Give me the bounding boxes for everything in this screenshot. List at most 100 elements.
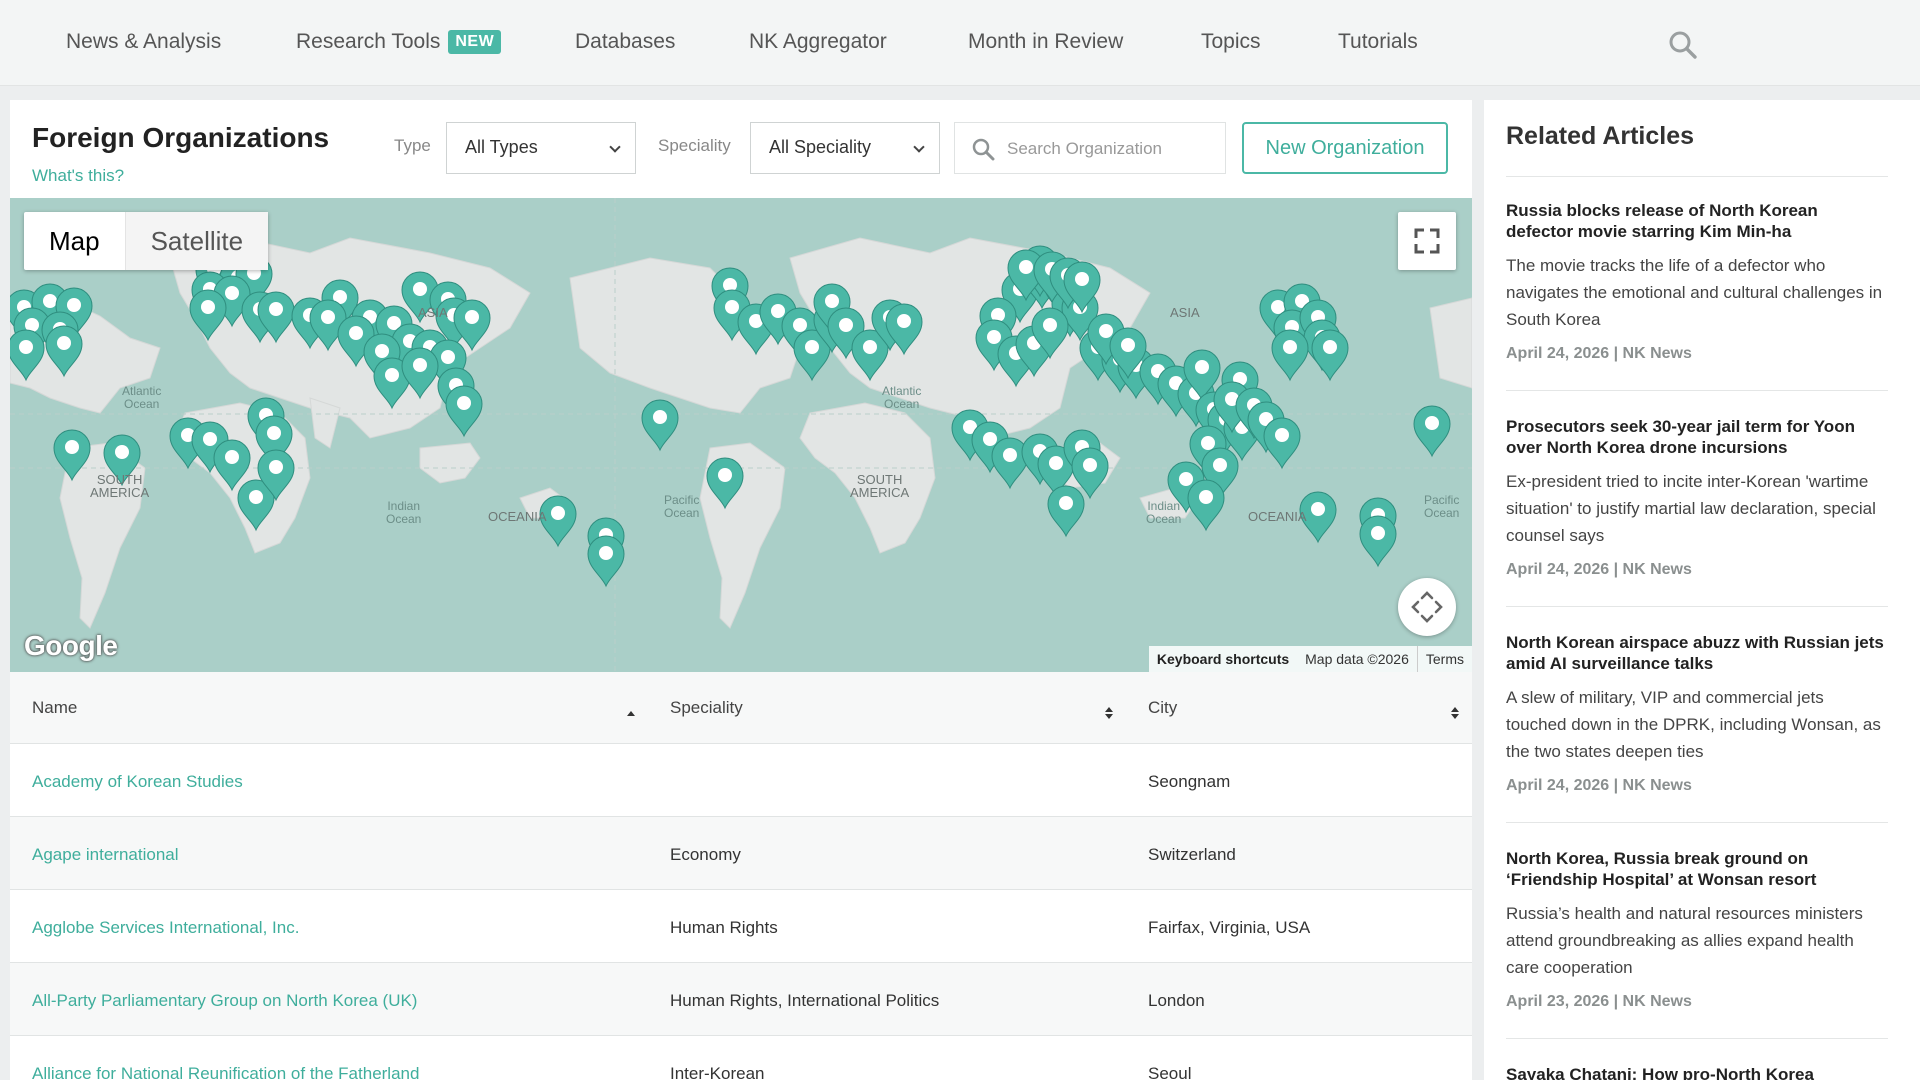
map-label-oceania: OCEANIA	[488, 509, 547, 524]
map-marker-dot	[1199, 490, 1213, 504]
map-marker-icon[interactable]	[1359, 515, 1397, 568]
terms-link[interactable]: Terms	[1416, 646, 1472, 672]
map-marker-dot	[793, 318, 807, 332]
map-marker-dot	[225, 286, 239, 300]
organization-name-link[interactable]: All-Party Parliamentary Group on North K…	[32, 991, 417, 1011]
organizations-map[interactable]: ASIA ASIA Atlantic Ocean Atlantic Ocean …	[10, 198, 1472, 672]
google-logo: Google	[24, 630, 118, 661]
map-marker-pin	[445, 385, 483, 438]
organization-name-link[interactable]: Academy of Korean Studies	[32, 772, 243, 792]
map-marker-dot	[1425, 416, 1439, 430]
column-header-name[interactable]: Name	[32, 698, 77, 718]
article-title[interactable]: Sayaka Chatani: How pro-North Korea	[1506, 1064, 1888, 1080]
organization-city: Switzerland	[1148, 845, 1236, 864]
article-card[interactable]: North Korea, Russia break ground on ‘Fri…	[1506, 848, 1888, 1011]
map-label-indian-ocean: Indian Ocean	[386, 499, 422, 526]
article-card[interactable]: Sayaka Chatani: How pro-North Korea	[1506, 1064, 1888, 1080]
article-description: A slew of military, VIP and commercial j…	[1506, 688, 1881, 761]
page-title: Foreign Organizations	[32, 122, 330, 153]
map-marker-icon[interactable]	[1271, 329, 1309, 382]
map-marker-dot	[725, 300, 739, 314]
table-row: Academy of Korean Studies Seongnam	[10, 744, 1472, 817]
map-marker-icon[interactable]	[1047, 485, 1085, 538]
map-marker-icon[interactable]	[641, 399, 679, 452]
sort-icon[interactable]	[1450, 706, 1460, 720]
top-navigation: News & Analysis Research Tools NEW Databa…	[0, 0, 1920, 86]
article-card[interactable]: Russia blocks release of North Korean de…	[1506, 200, 1888, 363]
map-marker-icon[interactable]	[587, 535, 625, 588]
map-marker-pin	[991, 437, 1029, 490]
keyboard-shortcuts-link[interactable]: Keyboard shortcuts	[1149, 646, 1297, 672]
map-marker-dot	[57, 336, 71, 350]
nav-item-news-analysis[interactable]: News & Analysis	[66, 30, 221, 54]
map-marker-dot	[1099, 324, 1113, 338]
map-marker-dot	[267, 426, 281, 440]
nav-item-month-in-review[interactable]: Month in Review	[968, 30, 1123, 54]
article-title[interactable]: North Korean airspace abuzz with Russian…	[1506, 632, 1888, 674]
nav-item-research-tools[interactable]: Research Tools NEW	[296, 30, 502, 54]
map-label-oceania: OCEANIA	[1248, 509, 1307, 524]
new-organization-button[interactable]: New Organization	[1242, 122, 1448, 174]
map-marker-dot	[1121, 338, 1135, 352]
map-marker-dot	[1049, 456, 1063, 470]
organization-name-link[interactable]: Agglobe Services International, Inc.	[32, 918, 299, 938]
map-type-toggle: Map Satellite	[24, 212, 269, 270]
divider	[1506, 606, 1888, 607]
pan-control-button[interactable]	[1398, 578, 1456, 636]
nav-item-topics[interactable]: Topics	[1201, 30, 1261, 54]
whats-this-link[interactable]: What's this?	[32, 166, 124, 186]
map-label-indian-ocean: Indian Ocean	[1146, 499, 1182, 526]
map-data-attribution: Map data ©2026	[1305, 651, 1409, 667]
map-marker-dot	[249, 490, 263, 504]
organization-city: Fairfax, Virginia, USA	[1148, 918, 1311, 937]
organization-name-link[interactable]: Alliance for National Reunification of t…	[32, 1064, 419, 1080]
map-attribution-bar: Keyboard shortcuts Map data ©2026 Terms	[1148, 646, 1472, 672]
fullscreen-button[interactable]	[1398, 212, 1456, 270]
organization-speciality: Inter-Korean	[670, 1064, 765, 1080]
map-marker-pin	[641, 399, 679, 452]
map-view-button[interactable]: Map	[24, 212, 125, 270]
sort-ascending-icon[interactable]	[626, 706, 636, 720]
column-header-city[interactable]: City	[1148, 698, 1177, 718]
map-marker-pin	[1271, 329, 1309, 382]
map-marker-icon[interactable]	[991, 437, 1029, 490]
article-card[interactable]: Prosecutors seek 30-year jail term for Y…	[1506, 416, 1888, 579]
table-header: Name Speciality City	[10, 672, 1472, 744]
search-icon[interactable]	[1668, 30, 1698, 60]
nav-item-databases[interactable]: Databases	[575, 30, 675, 54]
map-marker-icon[interactable]	[1187, 479, 1225, 532]
divider	[1506, 176, 1888, 177]
map-marker-dot	[375, 344, 389, 358]
type-select[interactable]: All Types	[446, 122, 636, 174]
map-marker-dot	[551, 506, 565, 520]
table-row: All-Party Parliamentary Group on North K…	[10, 963, 1472, 1036]
organization-search-box[interactable]	[954, 122, 1226, 174]
sort-icon[interactable]	[1104, 706, 1114, 720]
column-header-speciality[interactable]: Speciality	[670, 698, 743, 718]
nav-item-tutorials[interactable]: Tutorials	[1338, 30, 1418, 54]
article-title[interactable]: Prosecutors seek 30-year jail term for Y…	[1506, 416, 1888, 458]
map-label-atlantic-ocean: Atlantic Ocean	[882, 384, 922, 411]
map-label-pacific-ocean: Pacific Ocean	[664, 493, 700, 520]
article-title[interactable]: North Korea, Russia break ground on ‘Fri…	[1506, 848, 1888, 890]
map-marker-dot	[201, 300, 215, 314]
article-description: The movie tracks the life of a defector …	[1506, 256, 1883, 329]
speciality-select[interactable]: All Speciality	[750, 122, 940, 174]
map-marker-icon[interactable]	[1413, 405, 1451, 458]
article-card[interactable]: North Korean airspace abuzz with Russian…	[1506, 632, 1888, 795]
map-marker-icon[interactable]	[1311, 329, 1349, 382]
organization-city: Seoul	[1148, 1064, 1192, 1080]
article-meta: April 23, 2026 | NK News	[1506, 993, 1692, 1010]
satellite-view-button[interactable]: Satellite	[124, 212, 269, 270]
article-title[interactable]: Russia blocks release of North Korean de…	[1506, 200, 1888, 242]
organization-city: London	[1148, 991, 1205, 1010]
type-filter-label: Type	[394, 136, 431, 155]
map-marker-icon[interactable]	[1263, 417, 1301, 470]
organization-search-input[interactable]	[1007, 133, 1215, 165]
organization-name-link[interactable]: Agape international	[32, 845, 179, 865]
map-marker-icon[interactable]	[445, 385, 483, 438]
map-marker-dot	[465, 310, 479, 324]
nav-item-label: Research Tools	[296, 30, 441, 53]
nav-item-nk-aggregator[interactable]: NK Aggregator	[749, 30, 887, 54]
map-marker-dot	[1323, 340, 1337, 354]
